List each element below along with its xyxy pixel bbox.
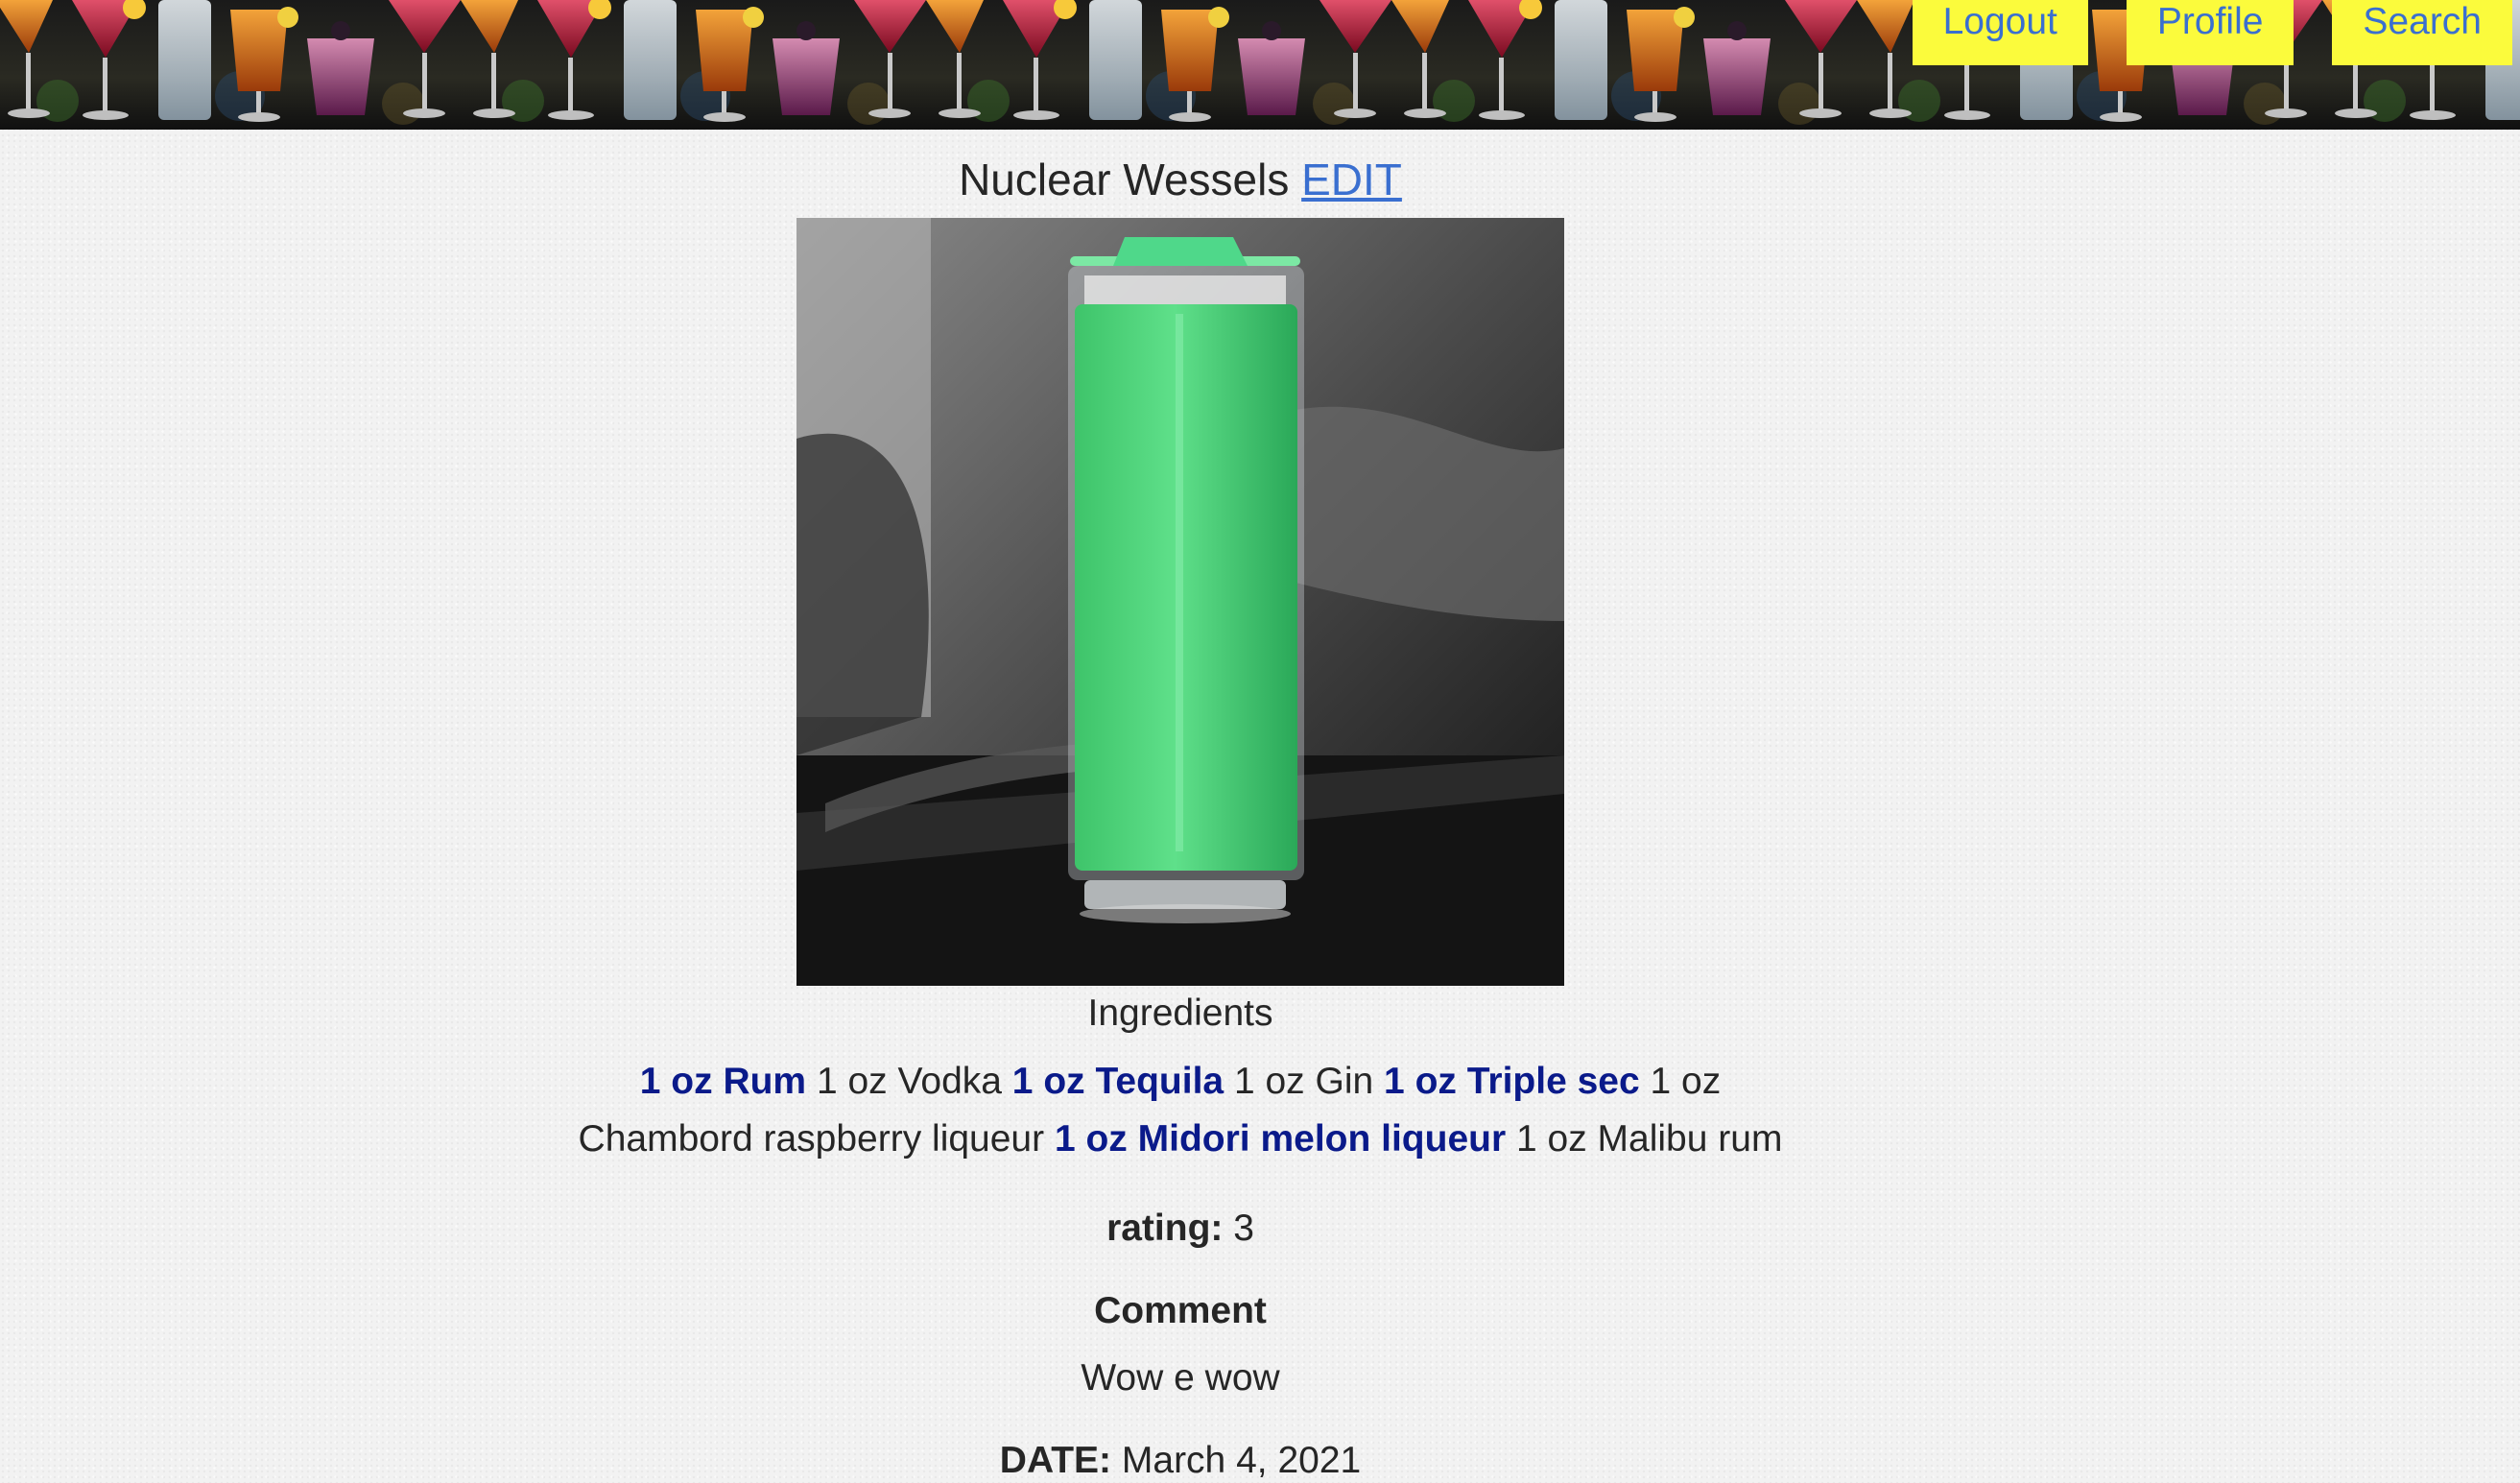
- rating-label: rating:: [1106, 1208, 1224, 1249]
- drink-detail: Nuclear Wessels EDIT Ingredients 1 oz Ru…: [0, 130, 2361, 1483]
- date-label: DATE:: [999, 1440, 1112, 1481]
- top-nav: Logout Profile Search: [1912, 0, 2512, 65]
- logout-button[interactable]: Logout: [1912, 0, 2088, 65]
- ingredient-item: 1 oz Vodka: [816, 1061, 1002, 1102]
- comment-text: Wow e wow: [1081, 1357, 1280, 1399]
- search-button[interactable]: Search: [2332, 0, 2512, 65]
- rating-value: 3: [1233, 1208, 1254, 1249]
- profile-button[interactable]: Profile: [2126, 0, 2294, 65]
- drink-photo: [796, 218, 1564, 986]
- header-banner: Logout Profile Search: [0, 0, 2520, 130]
- ingredient-list: 1 oz Rum 1 oz Vodka 1 oz Tequila 1 oz Gi…: [557, 1053, 1804, 1168]
- comment-heading: Comment: [1094, 1290, 1267, 1331]
- ingredient-item: 1 oz Triple sec: [1384, 1061, 1640, 1102]
- date-value: March 4, 2021: [1121, 1440, 1362, 1481]
- edit-link[interactable]: EDIT: [1301, 155, 1402, 204]
- ingredient-item: 1 oz Rum: [639, 1061, 807, 1102]
- drink-title-row: Nuclear Wessels EDIT: [0, 153, 2361, 206]
- date-row: DATE: March 4, 2021: [0, 1439, 2361, 1483]
- ingredients-heading: Ingredients: [1087, 993, 1273, 1034]
- drink-name: Nuclear Wessels: [959, 155, 1290, 204]
- ingredient-item: 1 oz Malibu rum: [1516, 1118, 1783, 1160]
- rating-row: rating: 3: [0, 1207, 2361, 1251]
- ingredient-item: 1 oz Midori melon liqueur: [1054, 1118, 1507, 1160]
- ingredient-item: 1 oz Gin: [1233, 1061, 1374, 1102]
- ingredient-item: 1 oz Tequila: [1011, 1061, 1224, 1102]
